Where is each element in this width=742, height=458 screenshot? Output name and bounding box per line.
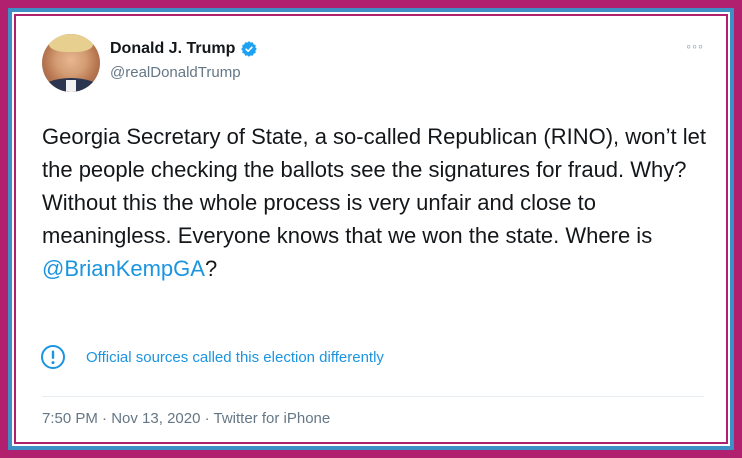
tweet-meta: 7:50 PM · Nov 13, 2020 · Twitter for iPh… [42,410,330,427]
election-notice[interactable]: Official sources called this election di… [40,344,384,370]
tweet-text-end: ? [204,256,218,281]
verified-badge-icon [241,41,258,57]
more-options-icon[interactable]: ◦◦◦ [686,38,704,54]
tweet-date[interactable]: Nov 13, 2020 [111,410,200,427]
separator: · [200,410,214,427]
notice-text[interactable]: Official sources called this election di… [86,349,384,366]
tweet-text: Georgia Secretary of State, a so-called … [42,120,710,285]
author-row: Donald J. Trump [110,40,258,58]
divider [42,396,704,397]
exclamation-circle-icon [41,345,65,369]
avatar[interactable] [42,34,100,92]
user-handle[interactable]: @realDonaldTrump [110,64,241,81]
avatar-shirt [66,80,76,92]
avatar-hair [49,34,93,52]
tweet-text-body: Georgia Secretary of State, a so-called … [42,124,706,248]
tweet-card: Donald J. Trump @realDonaldTrump ◦◦◦ Geo… [14,14,728,444]
separator: · [97,410,112,427]
mention-link[interactable]: @BrianKempGA [42,256,205,281]
display-name[interactable]: Donald J. Trump [110,40,235,58]
tweet-source[interactable]: Twitter for iPhone [214,410,331,427]
tweet-time[interactable]: 7:50 PM [42,410,98,427]
